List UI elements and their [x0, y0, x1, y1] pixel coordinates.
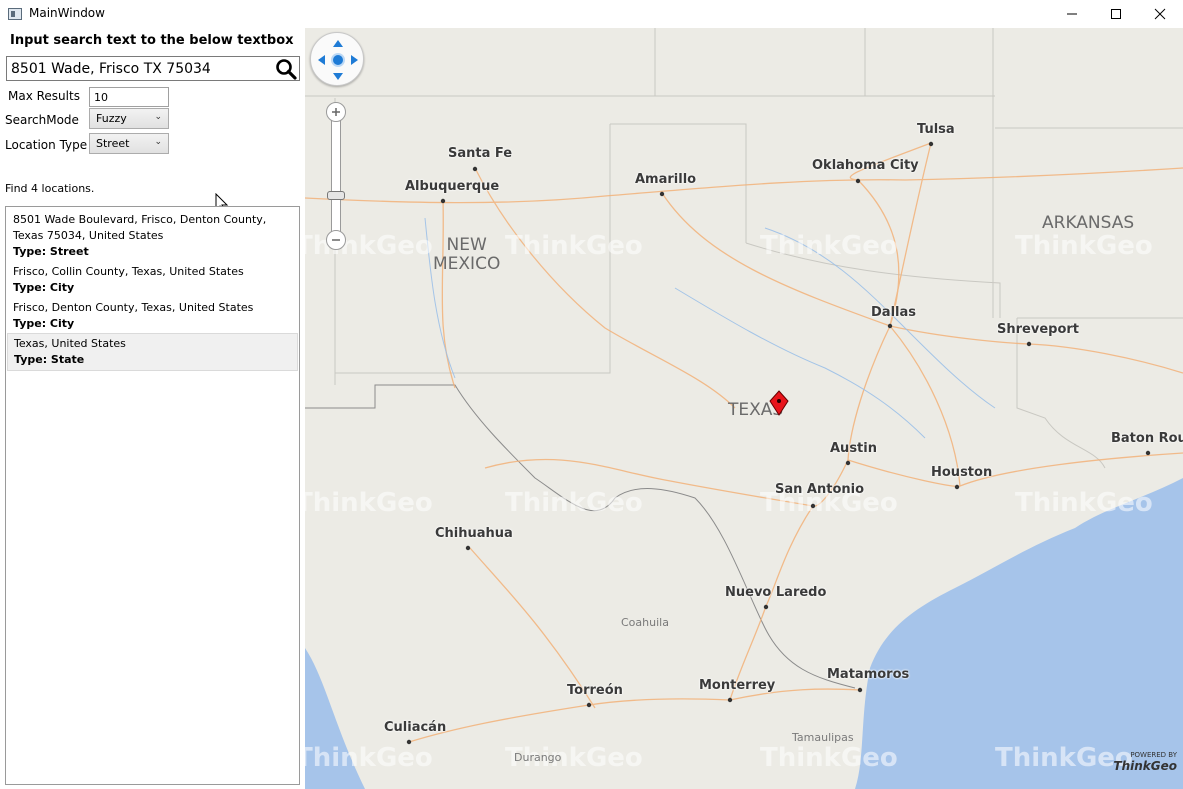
chevron-down-icon: ⌄ — [154, 112, 162, 122]
zoom-out-button[interactable] — [326, 230, 346, 250]
city-label: Shreveport — [997, 322, 1079, 337]
search-mode-select[interactable]: Fuzzy ⌄ — [89, 108, 169, 129]
search-button[interactable] — [275, 58, 297, 80]
maximize-icon — [1111, 9, 1121, 19]
results-list[interactable]: 8501 Wade Boulevard, Frisco, Denton Coun… — [5, 206, 300, 785]
pan-control[interactable] — [310, 32, 364, 86]
city-label: Amarillo — [635, 172, 697, 187]
search-mode-label: SearchMode — [5, 113, 79, 127]
chevron-down-icon: ⌄ — [154, 137, 162, 147]
result-type: Type: State — [14, 353, 85, 366]
city-label: Baton Roug — [1111, 431, 1183, 446]
title-bar: MainWindow — [0, 0, 1183, 28]
search-box — [6, 56, 300, 81]
search-panel: Input search text to the below textbox M… — [0, 28, 305, 789]
city-label: Santa Fe — [448, 146, 513, 161]
zoom-track[interactable] — [331, 120, 341, 232]
max-results-label: Max Results — [8, 89, 80, 103]
result-item-selected[interactable]: Texas, United States Type: State — [7, 333, 298, 371]
close-icon — [1154, 8, 1166, 20]
result-count: Find 4 locations. — [5, 182, 95, 195]
maximize-button[interactable] — [1093, 0, 1139, 28]
search-prompt: Input search text to the below textbox — [10, 33, 294, 48]
result-item[interactable]: Frisco, Denton County, Texas, United Sta… — [7, 298, 298, 334]
search-icon — [276, 59, 297, 80]
city-label: Austin — [830, 441, 877, 456]
city-label: San Antonio — [775, 482, 865, 497]
location-type-select[interactable]: Street ⌄ — [89, 133, 169, 154]
app-icon — [8, 8, 22, 20]
result-type: Type: City — [13, 281, 75, 294]
city-label: Tulsa — [917, 122, 955, 137]
location-type-label: Location Type — [5, 138, 88, 152]
result-type: Type: City — [13, 317, 75, 330]
city-label: Chihuahua — [435, 526, 513, 541]
city-label: Nuevo Laredo — [725, 585, 827, 600]
result-address: Texas, United States — [14, 337, 126, 350]
search-input[interactable] — [7, 57, 273, 80]
result-address: Frisco, Collin County, Texas, United Sta… — [13, 265, 244, 278]
zoom-slider-thumb[interactable] — [327, 191, 345, 200]
max-results-input[interactable] — [89, 87, 169, 107]
city-dots — [406, 141, 1151, 745]
result-item[interactable]: 8501 Wade Boulevard, Frisco, Denton Coun… — [7, 210, 298, 262]
city-label: Houston — [931, 465, 993, 480]
search-mode-value: Fuzzy — [96, 112, 127, 125]
city-label: Torreón — [567, 683, 623, 698]
result-type: Type: Street — [13, 245, 89, 258]
logo-brand-text: ThinkGeo — [1113, 759, 1177, 773]
thinkgeo-logo: POWERED BY ThinkGeo — [1107, 751, 1177, 773]
close-button[interactable] — [1137, 0, 1183, 28]
logo-powered-text: POWERED BY — [1130, 751, 1177, 759]
pan-arrows-icon — [318, 40, 358, 80]
plus-icon — [332, 108, 340, 116]
zoom-in-button[interactable] — [326, 102, 346, 122]
minimize-icon — [1067, 13, 1077, 15]
minimize-button[interactable] — [1049, 0, 1095, 28]
city-label: Monterrey — [699, 678, 776, 693]
result-address: 8501 Wade Boulevard, Frisco, Denton Coun… — [13, 213, 267, 242]
city-label: Albuquerque — [405, 179, 500, 194]
map-view[interactable]: ThinkGeo ThinkGeo ThinkGeo ThinkGeo Thin… — [305, 28, 1183, 789]
city-label: Matamoros — [827, 667, 910, 682]
result-item[interactable]: Frisco, Collin County, Texas, United Sta… — [7, 262, 298, 298]
minus-icon — [332, 239, 340, 241]
result-address: Frisco, Denton County, Texas, United Sta… — [13, 301, 254, 314]
location-type-value: Street — [96, 137, 130, 150]
city-label: Culiacán — [384, 720, 447, 735]
window-title: MainWindow — [29, 6, 105, 20]
location-marker-icon[interactable] — [768, 390, 790, 416]
city-label: Oklahoma City — [812, 158, 919, 173]
city-label: Dallas — [871, 305, 916, 320]
